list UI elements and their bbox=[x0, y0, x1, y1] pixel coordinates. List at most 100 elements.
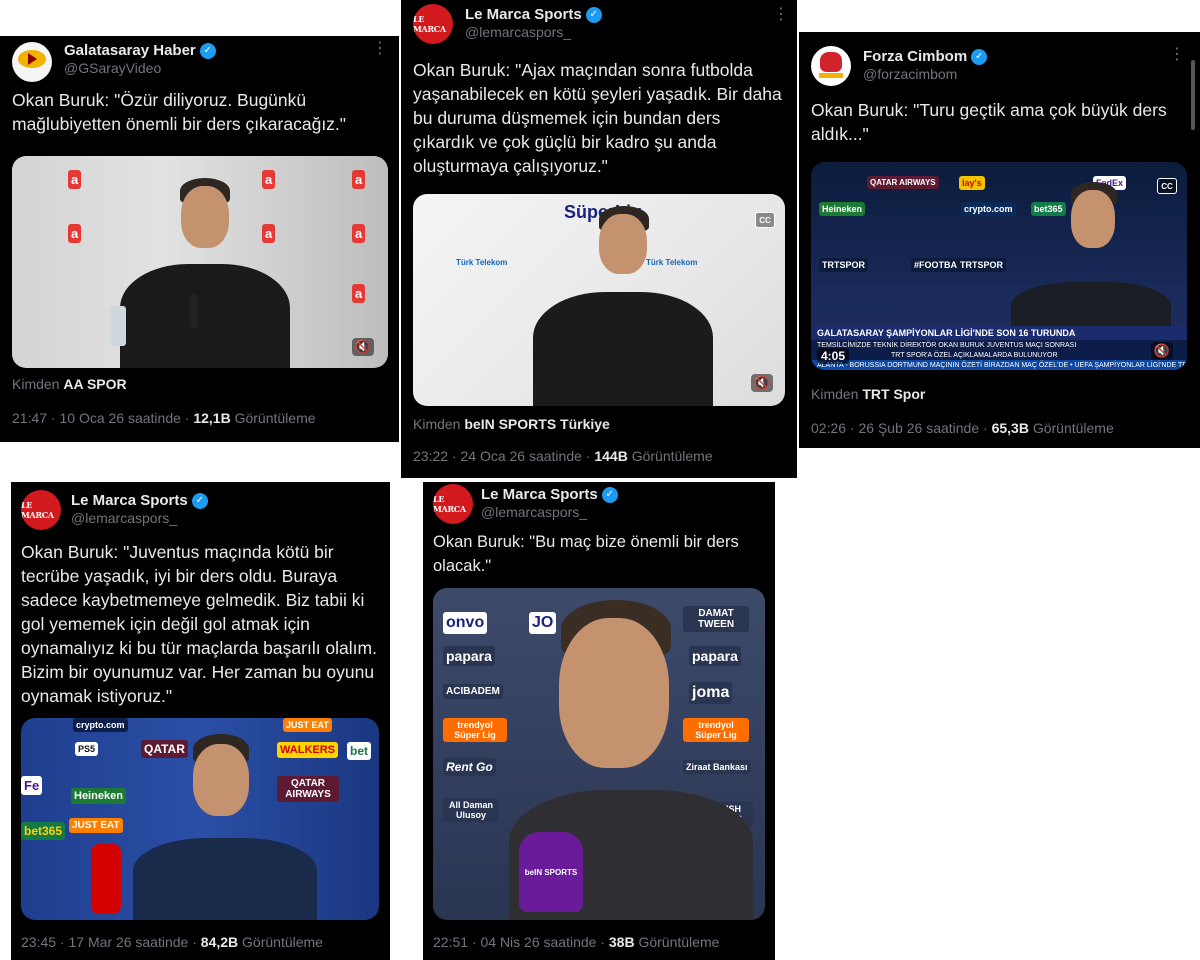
avatar-label: LE MARCA bbox=[21, 500, 54, 520]
sponsor-logo: TRTSPOR bbox=[819, 258, 869, 272]
tweet-card[interactable]: Forza Cimbom ✓ @forzacimbom ⋮ Okan Buruk… bbox=[799, 32, 1200, 448]
avatar[interactable] bbox=[811, 46, 851, 86]
account-name-text[interactable]: Le Marca Sports bbox=[71, 492, 188, 509]
source-prefix: Kimden bbox=[12, 376, 60, 392]
mute-icon[interactable]: 🔇 bbox=[1151, 342, 1173, 360]
sponsor-logo: TRTSPOR bbox=[957, 258, 1007, 272]
tweet-meta: 23:45 · 17 Mar 26 saatinde · 84,2B Görün… bbox=[21, 934, 323, 950]
view-count: 84,2B bbox=[200, 934, 239, 950]
account-handle[interactable]: @forzacimbom bbox=[863, 66, 957, 82]
account-handle[interactable]: @lemarcaspors_ bbox=[71, 510, 177, 526]
tweet-text: Okan Buruk: "Ajax maçından sonra futbold… bbox=[413, 60, 782, 176]
account-name[interactable]: Le Marca Sports ✓ bbox=[481, 486, 618, 503]
tweet-card[interactable]: Galatasaray Haber ✓ @GSarayVideo ⋮ Okan … bbox=[0, 36, 399, 442]
tweet-text: Okan Buruk: "Turu geçtik ama çok büyük d… bbox=[811, 100, 1167, 144]
speaker bbox=[533, 206, 713, 406]
news-ticker-title: GALATASARAY ŞAMPİYONLAR LİGİ'NDE SON 16 … bbox=[811, 326, 1187, 340]
source-prefix: Kimden bbox=[413, 416, 461, 432]
tweet-text: Okan Buruk: "Bu maç bize önemli bir ders… bbox=[433, 533, 739, 575]
sponsor-logo: JUST EAT bbox=[69, 818, 123, 833]
account-name[interactable]: Le Marca Sports ✓ bbox=[465, 6, 602, 23]
source-name[interactable]: beIN SPORTS Türkiye bbox=[464, 416, 609, 432]
source-name[interactable]: TRT Spor bbox=[862, 386, 925, 402]
tweet-video[interactable]: crypto.com JUST EAT PS5 QATAR WALKERS be… bbox=[21, 718, 379, 920]
sponsor-logo: JUST EAT bbox=[283, 718, 332, 732]
tweet-video[interactable]: a a a a a a a 🔇 bbox=[12, 156, 388, 368]
sponsor-logo: All Daman Ulusoy bbox=[443, 798, 499, 822]
account-name[interactable]: Galatasaray Haber ✓ bbox=[64, 42, 216, 59]
timestamp[interactable]: 21:47 · 10 Oca 26 saatinde · bbox=[12, 410, 189, 426]
tweet-card[interactable]: LE MARCA Le Marca Sports ✓ @lemarcaspors… bbox=[423, 482, 775, 960]
mute-icon[interactable]: 🔇 bbox=[751, 374, 773, 392]
microphone bbox=[190, 294, 198, 328]
speaker bbox=[133, 734, 317, 920]
verified-icon: ✓ bbox=[971, 48, 988, 65]
account-name[interactable]: Forza Cimbom ✓ bbox=[863, 48, 988, 65]
speaker bbox=[120, 178, 290, 368]
account-name-text[interactable]: Galatasaray Haber bbox=[64, 42, 196, 59]
timestamp[interactable]: 22:51 · 04 Nis 26 saatinde · bbox=[433, 934, 605, 950]
account-handle[interactable]: @lemarcaspors_ bbox=[481, 504, 587, 520]
avatar[interactable]: LE MARCA bbox=[21, 490, 61, 530]
sponsor-logo: crypto.com bbox=[73, 718, 128, 732]
view-count: 38B bbox=[608, 934, 635, 950]
timestamp[interactable]: 23:45 · 17 Mar 26 saatinde · bbox=[21, 934, 197, 950]
tweet-meta: 02:26 · 26 Şub 26 saatinde · 65,3B Görün… bbox=[811, 420, 1114, 436]
sponsor-logo: a bbox=[352, 284, 366, 303]
tweet-video[interactable]: onvo JO DAMAT TWEEN papara papara ACIBAD… bbox=[433, 588, 765, 920]
sports-drink-bottle bbox=[91, 844, 121, 914]
verified-icon: ✓ bbox=[601, 486, 618, 503]
source-name[interactable]: AA SPOR bbox=[63, 376, 126, 392]
timestamp[interactable]: 02:26 · 26 Şub 26 saatinde · bbox=[811, 420, 988, 436]
speaker bbox=[1001, 182, 1181, 342]
account-handle[interactable]: @lemarcaspors_ bbox=[465, 24, 571, 40]
tweet-meta: 22:51 · 04 Nis 26 saatinde · 38B Görüntü… bbox=[433, 934, 719, 950]
sponsor-logo: onvo bbox=[443, 612, 488, 634]
avatar[interactable] bbox=[12, 42, 52, 82]
avatar-label: LE MARCA bbox=[433, 494, 466, 514]
more-options-icon[interactable]: ⋮ bbox=[1169, 44, 1185, 64]
account-name[interactable]: Le Marca Sports ✓ bbox=[71, 492, 208, 509]
sponsor-logo: bet bbox=[347, 742, 371, 760]
account-name-text[interactable]: Le Marca Sports bbox=[465, 6, 582, 23]
sponsor-logo: a bbox=[68, 224, 82, 243]
scrollbar[interactable] bbox=[1191, 60, 1195, 130]
source-attribution[interactable]: Kimden TRT Spor bbox=[811, 386, 925, 402]
sponsor-logo: Heineken bbox=[71, 788, 126, 804]
sponsor-logo: bet365 bbox=[21, 822, 66, 840]
sponsor-logo: papara bbox=[443, 646, 495, 666]
view-count: 144B bbox=[594, 448, 628, 464]
microphone: beIN SPORTS bbox=[519, 832, 583, 912]
sponsor-logo: trendyol Süper Lig bbox=[443, 718, 507, 742]
source-attribution[interactable]: Kimden AA SPOR bbox=[12, 376, 127, 392]
avatar[interactable]: LE MARCA bbox=[413, 4, 453, 44]
view-label: Görüntüleme bbox=[1032, 420, 1114, 436]
account-handle[interactable]: @GSarayVideo bbox=[64, 60, 161, 76]
source-attribution[interactable]: Kimden beIN SPORTS Türkiye bbox=[413, 416, 610, 432]
view-label: Görüntüleme bbox=[242, 934, 323, 950]
verified-icon: ✓ bbox=[191, 492, 208, 509]
sponsor-logo: Rent Go bbox=[443, 758, 496, 776]
avatar[interactable]: LE MARCA bbox=[433, 484, 473, 524]
sponsor-logo: Türk Telekom bbox=[456, 258, 508, 267]
captions-icon[interactable]: CC bbox=[1157, 178, 1177, 194]
tweet-video[interactable]: QATAR AIRWAYS FedEx Heineken bet365 lay'… bbox=[811, 162, 1187, 370]
more-options-icon[interactable]: ⋮ bbox=[773, 4, 789, 24]
mute-icon[interactable]: 🔇 bbox=[352, 338, 374, 356]
sponsor-logo: a bbox=[352, 224, 366, 243]
sponsor-logo: PS5 bbox=[75, 742, 99, 756]
view-label: Görüntüleme bbox=[631, 448, 713, 464]
tweet-card[interactable]: LE MARCA Le Marca Sports ✓ @lemarcaspors… bbox=[401, 0, 797, 478]
tweet-video[interactable]: SüperLig Türk Telekom Türk Telekom CC 🔇 bbox=[413, 194, 785, 406]
tweet-meta: 23:22 · 24 Oca 26 saatinde · 144B Görünt… bbox=[413, 448, 713, 464]
video-duration: 4:05 bbox=[817, 348, 850, 364]
timestamp[interactable]: 23:22 · 24 Oca 26 saatinde · bbox=[413, 448, 590, 464]
sponsor-logo: lay's bbox=[959, 176, 985, 190]
tweet-card[interactable]: LE MARCA Le Marca Sports ✓ @lemarcaspors… bbox=[11, 482, 390, 960]
view-count: 12,1B bbox=[193, 410, 231, 426]
more-options-icon[interactable]: ⋮ bbox=[372, 38, 388, 58]
account-name-text[interactable]: Le Marca Sports bbox=[481, 486, 598, 503]
sponsor-logo: a bbox=[352, 170, 366, 189]
account-name-text[interactable]: Forza Cimbom bbox=[863, 48, 967, 65]
captions-icon[interactable]: CC bbox=[755, 212, 775, 228]
